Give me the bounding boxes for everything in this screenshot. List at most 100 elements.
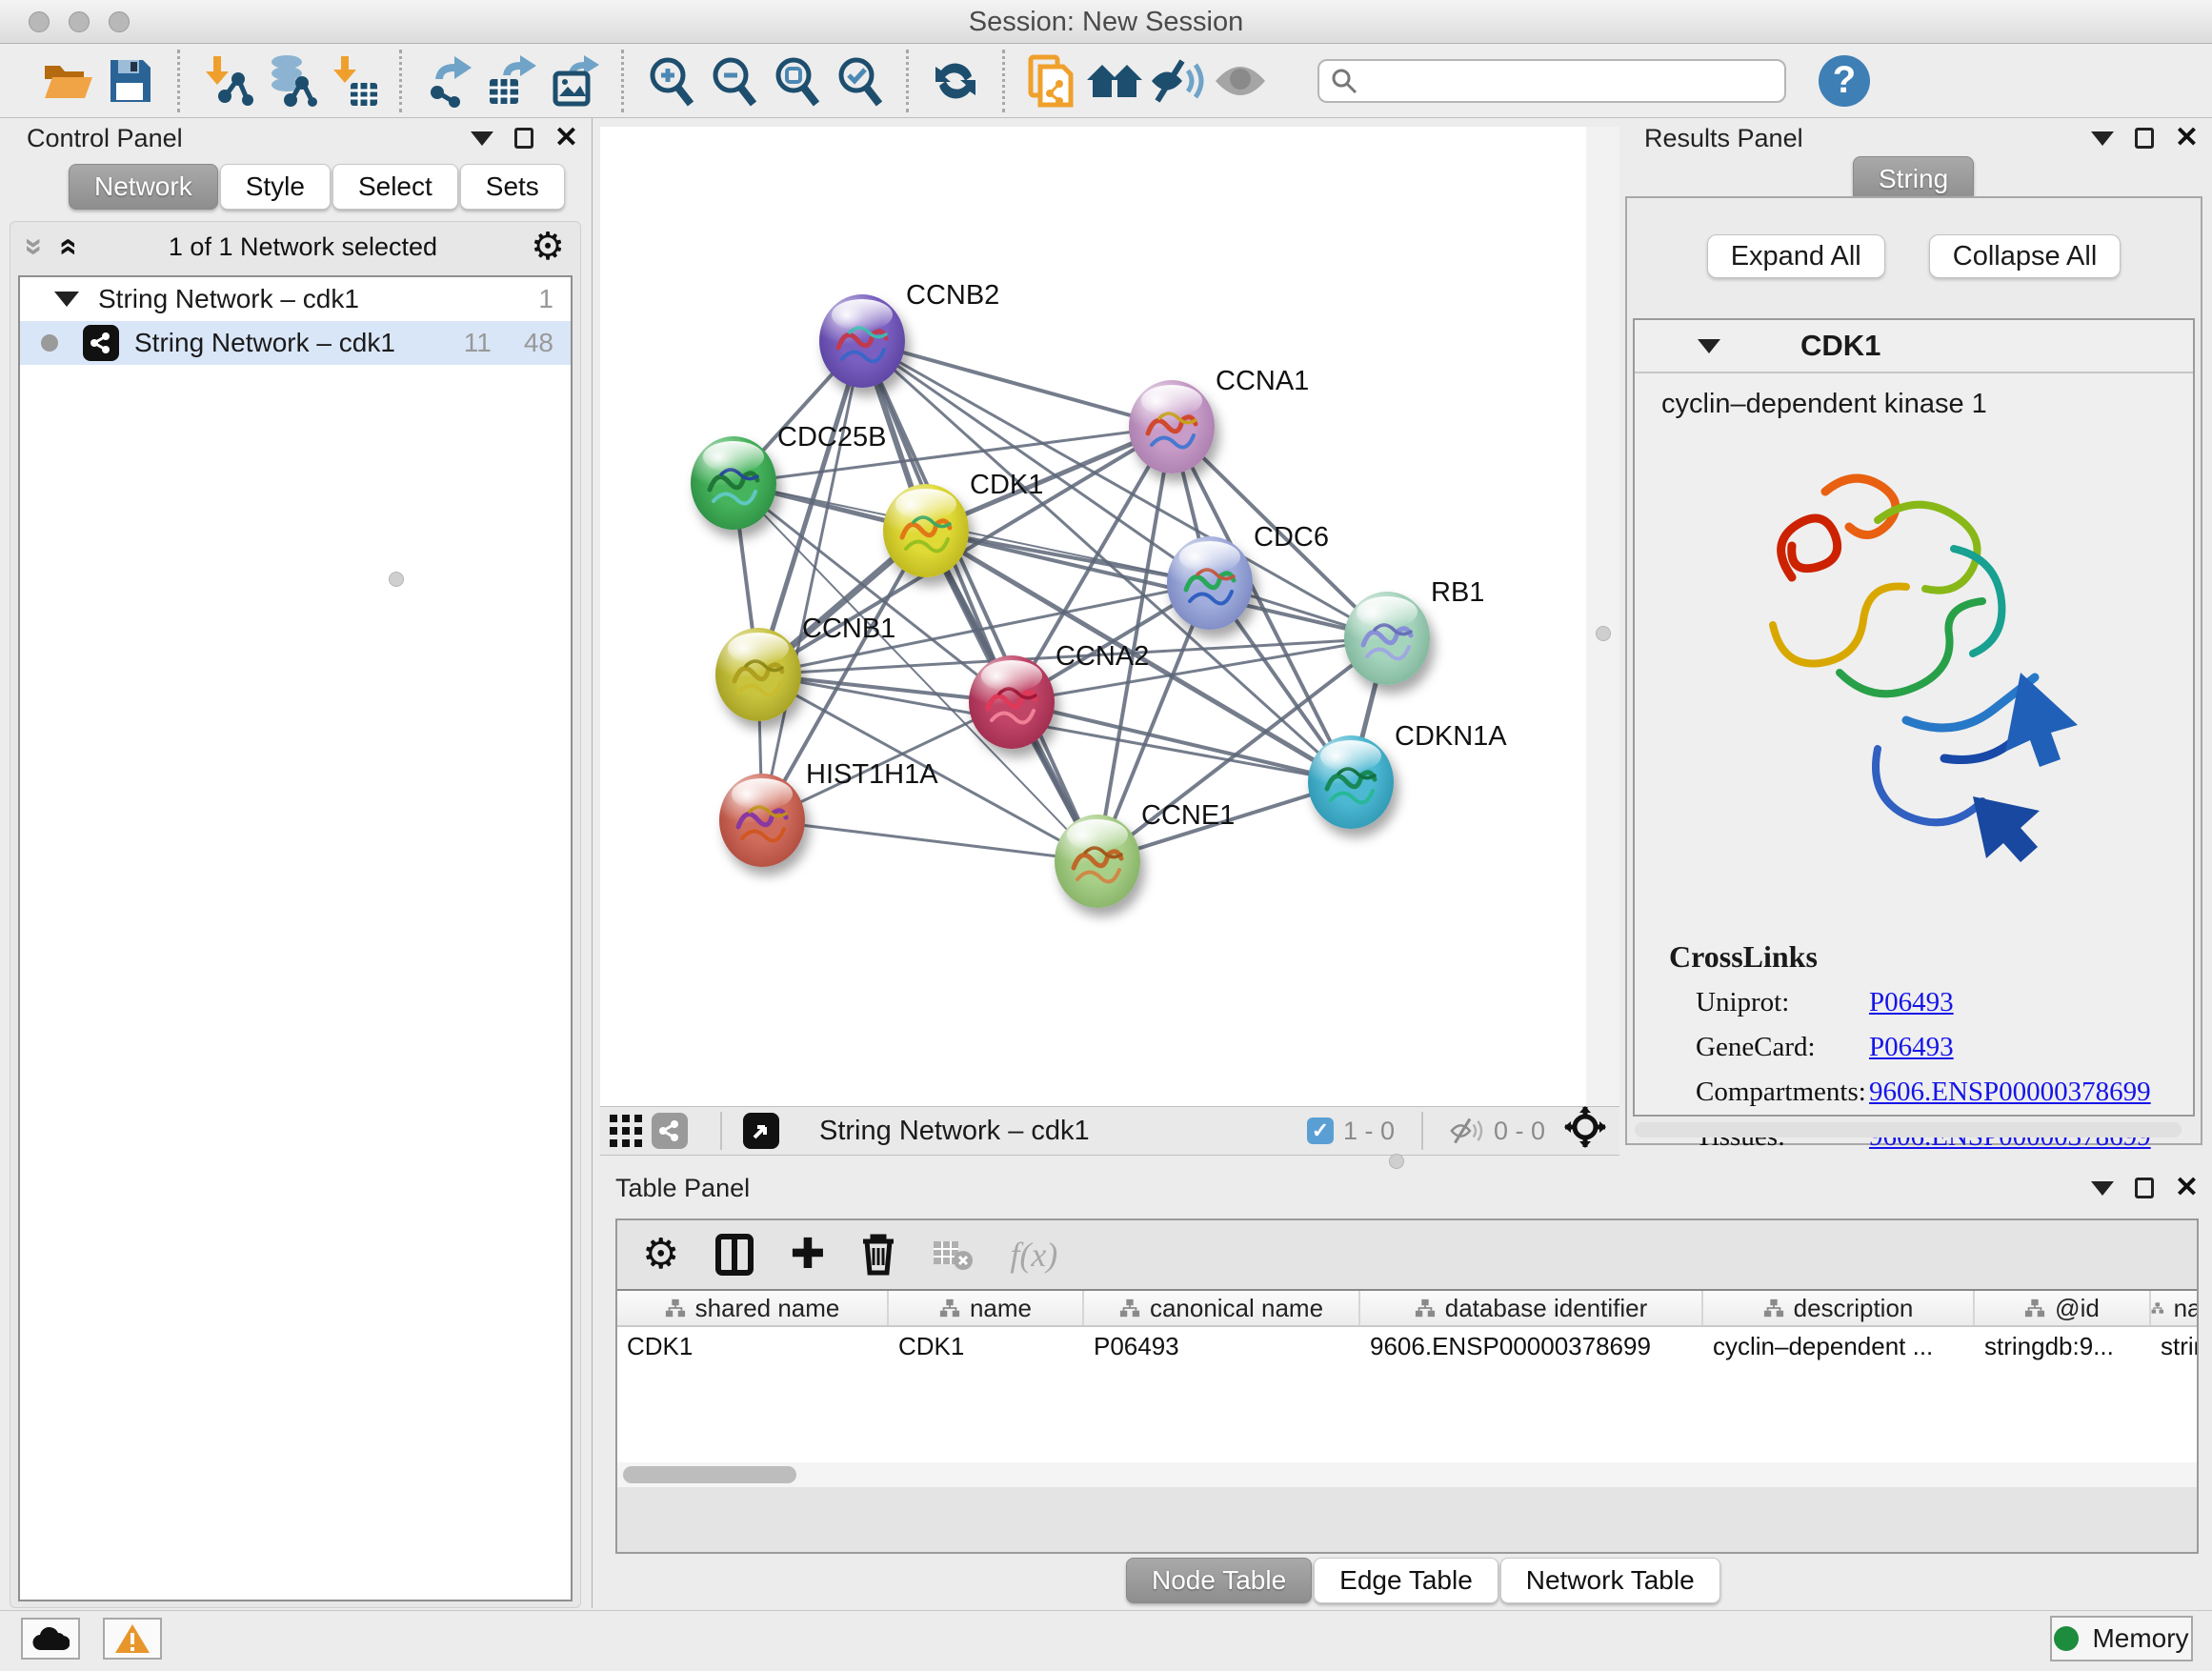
help-button[interactable]: ?: [1819, 55, 1870, 107]
table-cell[interactable]: stringdb:9...: [1975, 1327, 2151, 1365]
tab-string[interactable]: String: [1853, 156, 1974, 202]
node-CCNA2[interactable]: [969, 655, 1055, 749]
table-add-icon[interactable]: ✚: [790, 1234, 825, 1276]
edge-HIST1H1A-CCNE1[interactable]: [762, 820, 1097, 861]
collection-count: 1: [538, 284, 553, 314]
collapse-all-networks-icon[interactable]: »: [50, 238, 82, 256]
column-header-database-identifier[interactable]: database identifier: [1360, 1291, 1703, 1325]
export-network-icon[interactable]: [417, 50, 480, 112]
node-HIST1H1A[interactable]: [719, 774, 805, 867]
panel-close-icon[interactable]: ✕: [554, 124, 578, 152]
table-delete-row-icon[interactable]: [861, 1234, 895, 1276]
hide-selected-icon[interactable]: [1146, 50, 1209, 112]
tab-network-table[interactable]: Network Table: [1500, 1558, 1720, 1603]
results-close-icon[interactable]: ✕: [2175, 124, 2199, 152]
view-grid-icon[interactable]: [600, 1109, 652, 1153]
edge-CCNB2-HIST1H1A[interactable]: [762, 341, 862, 820]
memory-button[interactable]: Memory: [2050, 1616, 2193, 1661]
home-icon[interactable]: [1083, 50, 1146, 112]
tab-select[interactable]: Select: [332, 164, 458, 210]
column-header--id[interactable]: @id: [1975, 1291, 2151, 1325]
horizontal-splitter[interactable]: [593, 1156, 2212, 1169]
expand-all-button[interactable]: Expand All: [1707, 234, 1885, 278]
table-cell[interactable]: CDK1: [617, 1327, 889, 1365]
cloud-status-button[interactable]: [21, 1618, 80, 1660]
network-canvas[interactable]: CCNB2CCNA1CDC25BCDK1CDC6RB1CCNB1CCNA2CDK…: [600, 127, 1586, 1106]
results-scrollbar[interactable]: [1635, 1122, 2182, 1137]
node-CCNB2[interactable]: [819, 294, 905, 388]
import-table-file-icon[interactable]: [321, 50, 384, 112]
table-cell[interactable]: cyclin–dependent ...: [1703, 1327, 1975, 1365]
edge-CCNA2-CDKN1A[interactable]: [1012, 702, 1351, 782]
table-menu-icon[interactable]: [2091, 1181, 2114, 1196]
open-session-icon[interactable]: [36, 50, 99, 112]
column-header-description[interactable]: description: [1703, 1291, 1975, 1325]
control-panel-tabs: NetworkStyleSelectSets: [69, 164, 592, 210]
tab-node-table[interactable]: Node Table: [1126, 1558, 1312, 1603]
network-row[interactable]: String Network – cdk1 11 48: [20, 321, 571, 365]
import-network-file-icon[interactable]: [195, 50, 258, 112]
zoom-out-icon[interactable]: [702, 50, 765, 112]
vertical-splitter[interactable]: [1586, 127, 1619, 1106]
tab-edge-table[interactable]: Edge Table: [1314, 1558, 1498, 1603]
export-image-icon[interactable]: [543, 50, 606, 112]
column-header-shared-name[interactable]: shared name: [617, 1291, 889, 1325]
expand-all-networks-icon[interactable]: »: [18, 238, 50, 256]
table-cell[interactable]: CDK1: [889, 1327, 1084, 1365]
search-input[interactable]: [1365, 66, 1765, 95]
column-header-namespace[interactable]: namespace: [2151, 1291, 2197, 1325]
node-CDKN1A[interactable]: [1308, 735, 1394, 829]
zoom-in-icon[interactable]: [639, 50, 702, 112]
birdseye-view-icon[interactable]: [743, 1113, 779, 1149]
table-cell[interactable]: 9606.ENSP00000378699: [1360, 1327, 1703, 1365]
node-CCNA1[interactable]: [1129, 380, 1215, 473]
panel-menu-icon[interactable]: [471, 131, 493, 146]
tab-network[interactable]: Network: [69, 164, 218, 210]
column-header-name[interactable]: name: [889, 1291, 1084, 1325]
table-cell[interactable]: P06493: [1084, 1327, 1360, 1365]
node-CDC6[interactable]: [1167, 536, 1253, 630]
column-header-canonical-name[interactable]: canonical name: [1084, 1291, 1360, 1325]
crosslink-link[interactable]: P06493: [1869, 987, 1954, 1018]
save-session-icon[interactable]: [99, 50, 162, 112]
navigate-crosshair-icon[interactable]: [1564, 1106, 1606, 1156]
search-box[interactable]: [1317, 59, 1786, 103]
show-all-icon[interactable]: [1209, 50, 1272, 112]
export-table-icon[interactable]: [480, 50, 543, 112]
results-menu-icon[interactable]: [2091, 131, 2114, 146]
network-options-gear-icon[interactable]: ⚙: [531, 228, 565, 266]
tab-style[interactable]: Style: [220, 164, 331, 210]
protein-collapse-icon[interactable]: [1698, 339, 1720, 353]
copy-network-share-icon[interactable]: [1020, 50, 1083, 112]
node-RB1[interactable]: [1344, 592, 1430, 685]
table-hscrollbar[interactable]: [617, 1462, 2197, 1487]
collapse-all-button[interactable]: Collapse All: [1929, 234, 2122, 278]
view-share-icon[interactable]: [652, 1113, 688, 1149]
table-close-icon[interactable]: ✕: [2175, 1174, 2199, 1202]
zoom-fit-icon[interactable]: [765, 50, 828, 112]
import-network-database-icon[interactable]: [258, 50, 321, 112]
warnings-button[interactable]: [103, 1618, 162, 1660]
selected-nodes-checkbox[interactable]: ✓: [1307, 1117, 1334, 1144]
refresh-view-icon[interactable]: [924, 50, 987, 112]
network-collection-row[interactable]: String Network – cdk1 1: [20, 277, 571, 321]
table-settings-gear-icon[interactable]: ⚙: [642, 1234, 679, 1276]
left-splitter-handle[interactable]: [389, 572, 404, 587]
table-cell[interactable]: stringdb: [2151, 1327, 2197, 1365]
results-float-icon[interactable]: [2135, 128, 2154, 149]
node-CDK1[interactable]: [883, 484, 969, 577]
crosslink-link[interactable]: P06493: [1869, 1032, 1954, 1063]
node-CCNE1[interactable]: [1055, 815, 1140, 908]
crosslink-link[interactable]: 9606.ENSP00000378699: [1869, 1077, 2151, 1108]
node-CDC25B[interactable]: [691, 436, 776, 530]
panel-float-icon[interactable]: [514, 128, 533, 149]
collection-expand-icon[interactable]: [54, 292, 79, 307]
table-float-icon[interactable]: [2135, 1178, 2154, 1198]
zoom-selected-icon[interactable]: [828, 50, 891, 112]
node-CCNB1[interactable]: [715, 628, 801, 721]
table-row[interactable]: CDK1CDK1P064939606.ENSP00000378699cyclin…: [617, 1327, 2197, 1365]
tab-sets[interactable]: Sets: [460, 164, 565, 210]
node-table[interactable]: shared namenamecanonical namedatabase id…: [617, 1289, 2197, 1487]
table-columns-icon[interactable]: [715, 1234, 754, 1276]
protein-detail-card: CDK1 cyclin–dependent kinase 1 C: [1633, 318, 2195, 1117]
